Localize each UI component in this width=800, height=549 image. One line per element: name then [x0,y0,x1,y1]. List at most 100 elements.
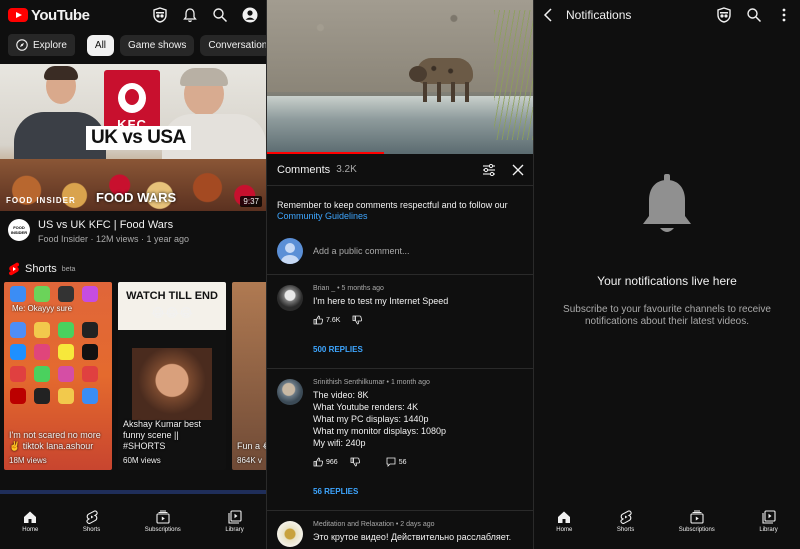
notifications-panel: Notifications Your notifications live he… [534,0,800,549]
commenter-avatar[interactable] [277,521,303,547]
like-button[interactable]: 7.6K [313,315,340,325]
thumbs-down-icon[interactable] [352,315,363,325]
nav-shorts-label: Shorts [616,527,635,533]
comment-text: The video: 8K What Youtube renders: 4K W… [313,390,447,448]
more-options-icon[interactable] [776,7,792,23]
video-title[interactable]: US vs UK KFC | Food Wars [38,219,189,231]
nav-library-label: Library [225,527,244,533]
comments-header: Comments 3.2K [267,154,534,186]
search-icon[interactable] [746,7,762,23]
comment-author[interactable]: Srinithish Senthilkumar [313,379,385,386]
short-views: 60M views [123,456,161,465]
shorts-header: Shorts beta [0,252,266,282]
compass-icon [16,39,28,51]
chip-all[interactable]: All [86,34,115,56]
account-icon[interactable] [242,7,258,23]
view-replies-button[interactable]: 56 REPLIES [267,467,534,511]
guidelines-text: Remember to keep comments respectful and… [277,200,508,210]
search-icon[interactable] [212,7,228,23]
notifications-title: Notifications [566,8,632,22]
filter-chips: Explore All Game shows Conversation [0,30,266,60]
short-card-3[interactable]: Fun a 😂😢 864K v [232,282,266,470]
short-overlay-text: WATCH TILL END [126,290,218,302]
youtube-logo[interactable]: YouTube [8,6,90,24]
food-wars-label: FOOD WARS [96,190,177,205]
nav-shorts[interactable]: Shorts [617,510,634,533]
laughing-emoji-icons: 😂😂😂 [150,306,194,320]
close-icon[interactable] [512,164,524,176]
reply-button[interactable]: 56 [386,457,407,467]
incognito-icon[interactable] [152,7,168,23]
reply-count: 56 [398,458,407,466]
chip-conversation[interactable]: Conversation [200,34,266,56]
comment-item: Brian _ • 5 months ago I'm here to test … [267,275,534,325]
add-comment-row[interactable]: Add a public comment... [267,232,534,275]
back-arrow-icon[interactable] [542,8,554,22]
short-views: 18M views [9,456,47,465]
nav-library[interactable]: Library [759,510,778,533]
short-scene [132,348,212,420]
community-guidelines-link[interactable]: Community Guidelines [277,211,368,221]
bell-icon [643,174,691,232]
video-meta[interactable]: FOOD INSIDER US vs UK KFC | Food Wars Fo… [0,211,266,252]
youtube-wordmark: YouTube [31,6,90,24]
thumb-headline: UK vs USA [86,126,191,150]
nav-home[interactable]: Home [556,510,572,533]
home-topbar: YouTube [0,0,266,30]
nav-subscriptions[interactable]: Subscriptions [145,510,181,533]
bottom-nav: Home Shorts Subscriptions Library [534,494,800,549]
comment-text: I'm here to test my Internet Speed [313,296,449,306]
user-avatar [277,238,303,264]
video-progress-bar[interactable] [267,152,384,154]
chip-explore-label: Explore [33,39,67,51]
empty-state-title: Your notifications live here [597,274,737,288]
sort-filter-icon[interactable] [482,163,496,176]
comment-meta: Meditation and Relaxation • 2 days ago [313,521,435,528]
channel-avatar[interactable]: FOOD INSIDER [8,219,30,241]
comment-author[interactable]: Meditation and Relaxation [313,521,394,528]
subscriptions-icon [156,510,170,524]
video-subtitle: Food Insider · 12M views · 1 year ago [38,234,190,244]
shorts-logo-icon [8,262,20,276]
comment-text: Это крутое видео! Действительно расслабл… [313,532,512,542]
comments-count: 3.2K [336,164,357,175]
short-title: Fun a 😂😢 [237,441,266,451]
empty-state-subtitle: Subscribe to your favourite channels to … [563,304,771,327]
shorts-icon [619,510,632,524]
video-thumbnail[interactable]: KFC UK vs USA FOOD INSIDER FOOD WARS 9:3… [0,64,266,211]
nav-subscriptions[interactable]: Subscriptions [679,510,715,533]
nav-library[interactable]: Library [225,510,244,533]
shorts-icon [85,510,98,524]
short-views: 864K v [237,456,262,465]
video-duration: 9:37 [240,196,262,207]
short-card-1[interactable]: Me: Okayyy sure I'm not scared no more ✌… [4,282,112,470]
library-icon [227,510,242,524]
comments-title: Comments [277,163,331,176]
short-title: I'm not scared no more ✌️ tiktok lana.as… [9,430,101,451]
short-card-2[interactable]: WATCH TILL END 😂😂😂 Akshay Kumar best fun… [118,282,226,470]
shorts-title: Shorts [25,263,57,275]
watch-panel: Comments 3.2K Remember to keep comments … [267,0,534,549]
shorts-beta-badge: beta [61,265,76,273]
commenter-avatar[interactable] [277,285,303,311]
chip-game-shows[interactable]: Game shows [120,34,195,56]
commenter-avatar[interactable] [277,379,303,405]
thumbs-down-icon[interactable] [350,457,360,467]
nav-home[interactable]: Home [22,510,38,533]
nav-shorts[interactable]: Shorts [83,510,100,533]
comment-time: 1 month ago [390,379,430,386]
short-title: Akshay Kumar best funny scene || #SHORTS [123,419,202,451]
reply-comment-icon [386,457,396,467]
comment-author[interactable]: Brian _ [313,285,335,292]
view-replies-button[interactable]: 500 REPLIES [267,325,534,369]
chip-explore[interactable]: Explore [8,34,75,56]
nav-library-label: Library [759,527,778,533]
comment-guidelines: Remember to keep comments respectful and… [267,186,534,232]
comment-input[interactable]: Add a public comment... [313,246,410,256]
bell-icon[interactable] [182,7,198,23]
incognito-icon[interactable] [716,7,732,23]
like-button[interactable]: 966 [313,457,338,467]
shorts-row: Me: Okayyy sure I'm not scared no more ✌… [0,282,266,470]
video-player[interactable] [267,0,534,154]
food-insider-logo: FOOD INSIDER [6,196,76,205]
